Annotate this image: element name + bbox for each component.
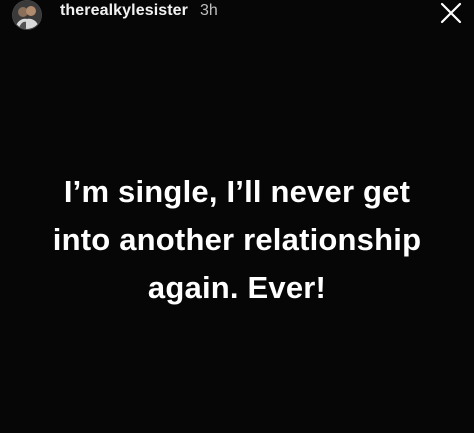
close-x-icon	[440, 2, 462, 24]
close-button[interactable]	[438, 0, 464, 26]
story-header: therealkylesister 3h	[10, 0, 464, 30]
profile-photo-icon	[13, 1, 41, 29]
story-text-line-2: into another relationship	[52, 222, 422, 257]
username[interactable]: therealkylesister	[60, 2, 188, 20]
story-text: I’m single, I’ll never get into another …	[20, 168, 454, 312]
story-timestamp: 3h	[200, 2, 218, 19]
avatar[interactable]	[12, 0, 42, 30]
story-text-line-3: again. Ever!	[147, 270, 327, 305]
story-screen: therealkylesister 3h I’m single, I’ll ne…	[0, 0, 474, 433]
story-text-line-1: I’m single, I’ll never get	[63, 174, 411, 209]
